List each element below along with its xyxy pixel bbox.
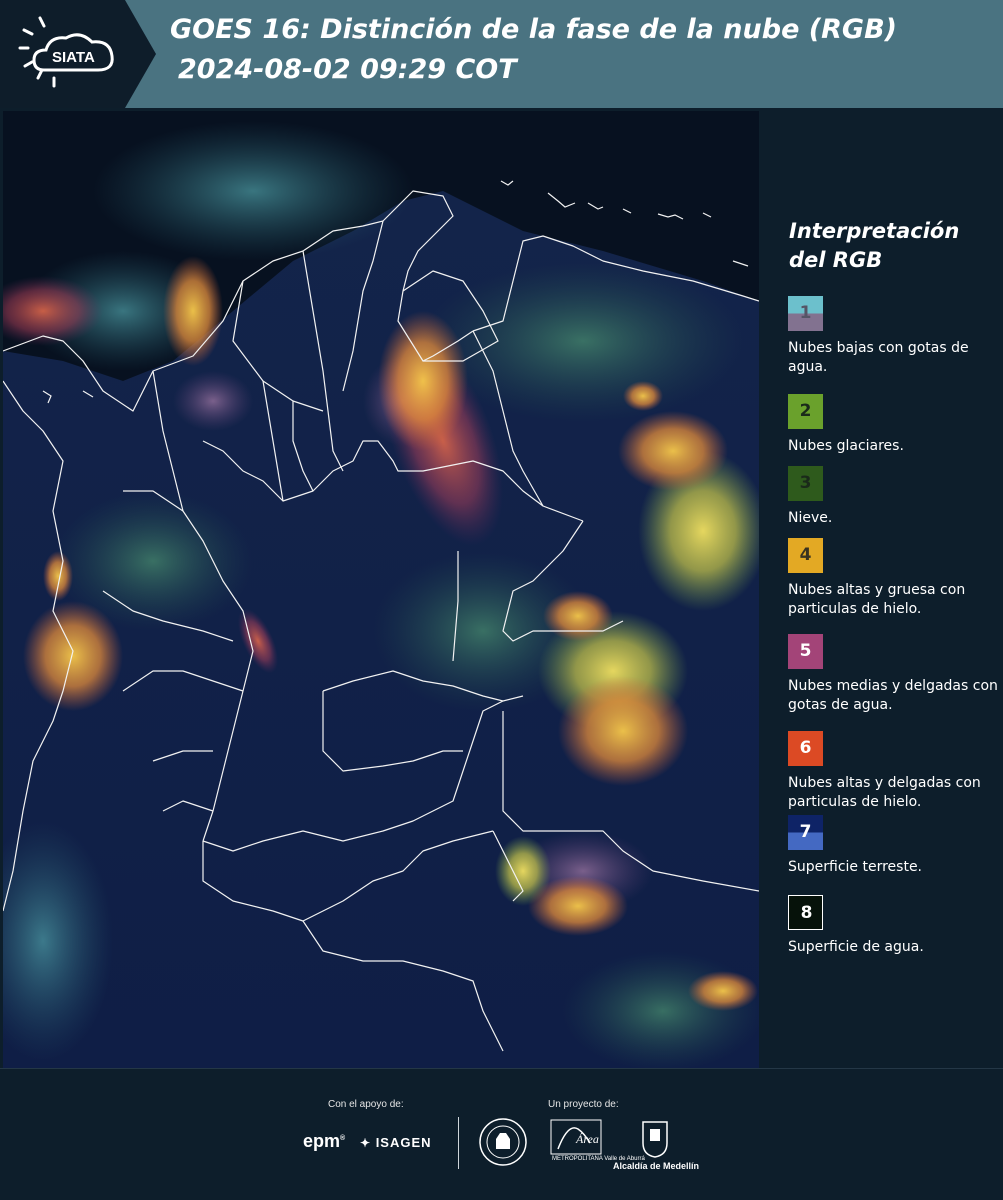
satellite-map[interactable]	[3, 111, 759, 1068]
legend-item-8: 8 Superficie de agua.	[788, 895, 998, 957]
svg-text:Área: Área	[575, 1132, 599, 1146]
legend-swatch: 3	[788, 466, 823, 501]
legend-label: Superficie de agua.	[788, 939, 924, 955]
legend-swatch-number: 2	[799, 401, 812, 421]
legend-swatch: 8	[788, 895, 823, 930]
legend-swatch: 4	[788, 538, 823, 573]
legend-swatch: 2	[788, 394, 823, 429]
timestamp: 2024-08-02 09:29 COT	[178, 54, 517, 85]
legend-label: Superficie terreste.	[788, 859, 923, 875]
legend-label: Nubes medias y delgadas con gotas de agu…	[788, 678, 998, 713]
footer: Con el apoyo de: Un proyecto de: epm® ✦ …	[0, 1068, 1003, 1200]
header: SIATA GOES 16: Distinción de la fase de …	[0, 0, 1003, 108]
legend-swatch: 7	[788, 815, 823, 850]
medellin-crest-icon	[640, 1119, 670, 1163]
legend-swatch: 5	[788, 634, 823, 669]
legend-item-1: 1 Nubes bajas con gotas de agua.	[788, 296, 998, 377]
legend-item-2: 2 Nubes glaciares.	[788, 394, 998, 456]
siata-logo: SIATA	[0, 0, 158, 108]
epm-logo-text: epm	[303, 1131, 341, 1151]
isagen-logo: ✦ ISAGEN	[360, 1135, 432, 1150]
legend-swatch: 1	[788, 296, 823, 331]
page-title: GOES 16: Distinción de la fase de la nub…	[170, 14, 897, 45]
legend-label: Nieve.	[788, 510, 833, 526]
legend-swatch-number: 1	[799, 303, 812, 323]
legend-swatch-number: 3	[799, 473, 812, 493]
legend-item-5: 5 Nubes medias y delgadas con gotas de ag…	[788, 634, 998, 715]
legend-swatch-number: 4	[799, 545, 812, 565]
legend-swatch-number: 6	[799, 738, 812, 758]
legend-label: Nubes bajas con gotas de agua.	[788, 340, 969, 375]
legend-title: Interpretación del RGB	[789, 219, 960, 272]
legend-swatch-number: 8	[800, 903, 813, 923]
amva-logo: Área	[550, 1119, 602, 1171]
unal-seal-icon	[478, 1117, 528, 1171]
legend-swatch: 6	[788, 731, 823, 766]
legend-label: Nubes glaciares.	[788, 438, 904, 454]
legend-item-3: 3 Nieve.	[788, 466, 998, 528]
isagen-logo-text: ISAGEN	[375, 1135, 432, 1150]
legend-label: Nubes altas y gruesa con particulas de h…	[788, 582, 966, 617]
footer-divider	[458, 1117, 459, 1169]
legend-panel: Interpretación del RGB 1 Nubes bajas con …	[765, 111, 1003, 1068]
siata-logo-text: SIATA	[52, 49, 95, 66]
legend-swatch-number: 5	[799, 641, 812, 661]
legend-label: Nubes altas y delgadas con particulas de…	[788, 775, 981, 810]
legend-item-6: 6 Nubes altas y delgadas con particulas d…	[788, 731, 998, 812]
legend-item-7: 7 Superficie terreste.	[788, 815, 998, 877]
support-label: Con el apoyo de:	[328, 1099, 404, 1110]
medellin-caption: Alcaldía de Medellín	[613, 1161, 700, 1171]
legend-item-4: 4 Nubes altas y gruesa con particulas de …	[788, 538, 998, 619]
project-label: Un proyecto de:	[548, 1099, 619, 1110]
epm-logo: epm®	[303, 1131, 346, 1151]
legend-swatch-number: 7	[799, 822, 812, 842]
